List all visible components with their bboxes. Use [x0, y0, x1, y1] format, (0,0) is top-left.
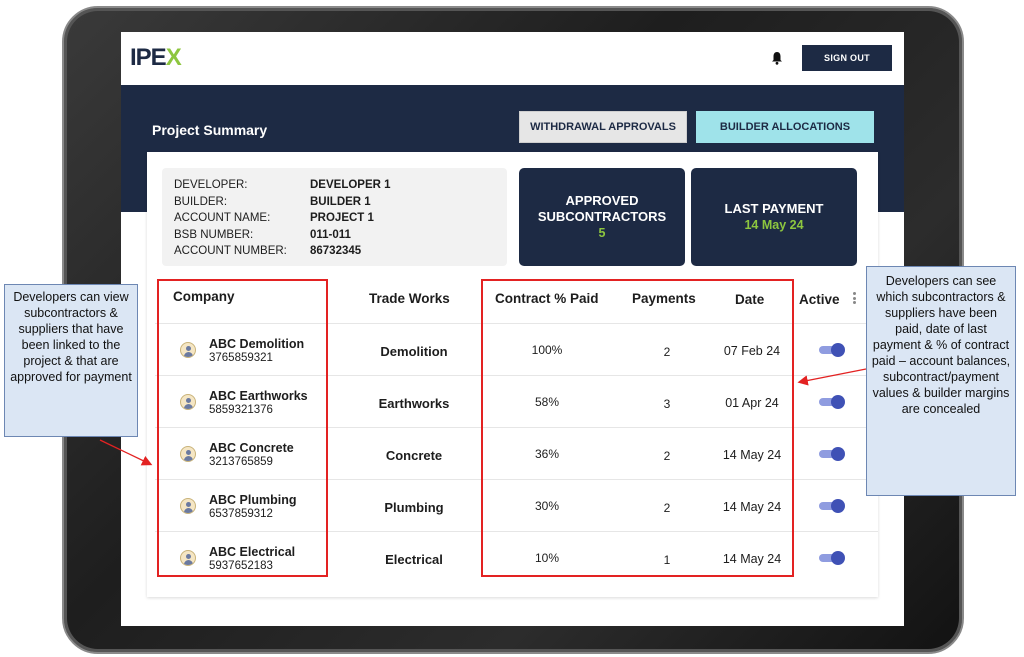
ipex-logo[interactable]: IPEX: [130, 44, 182, 72]
col-header-company[interactable]: Company: [173, 289, 235, 304]
payment-date: 14 May 24: [722, 448, 782, 462]
info-row-bsb: BSB NUMBER: 011-011: [174, 228, 351, 241]
payment-date: 14 May 24: [722, 552, 782, 566]
company-name[interactable]: ABC Demolition: [209, 337, 304, 351]
company-name[interactable]: ABC Plumbing: [209, 493, 297, 507]
withdrawal-approvals-button[interactable]: WITHDRAWAL APPROVALS: [519, 111, 687, 143]
payment-date: 07 Feb 24: [723, 344, 781, 358]
table-row[interactable]: ABC Plumbing 6537859312 Plumbing 30% 2 1…: [147, 480, 878, 531]
payments-count: 1: [663, 553, 671, 567]
trade-works: Plumbing: [384, 500, 444, 515]
col-header-active[interactable]: Active: [799, 292, 840, 307]
company-name[interactable]: ABC Concrete: [209, 441, 294, 455]
last-payment-date: 14 May 24: [744, 218, 804, 232]
company-number: 6537859312: [209, 508, 273, 520]
company-number: 3765859321: [209, 352, 273, 364]
project-summary-card: DEVELOPER: DEVELOPER 1 BUILDER: BUILDER 1 …: [147, 152, 878, 597]
contract-paid: 36%: [534, 447, 560, 461]
table-row[interactable]: ABC Earthworks 5859321376 Earthworks 58%…: [147, 376, 878, 427]
table-row[interactable]: ABC Demolition 3765859321 Demolition 100…: [147, 324, 878, 375]
callout-left: Developers can view subcontractors & sup…: [4, 284, 138, 437]
payments-count: 2: [663, 449, 671, 463]
contract-paid: 58%: [534, 395, 560, 409]
top-bar: IPEX SIGN OUT: [121, 32, 904, 85]
active-toggle[interactable]: [817, 551, 845, 565]
col-header-trade[interactable]: Trade Works: [369, 291, 450, 306]
page-title: Project Summary: [152, 122, 268, 138]
trade-works: Demolition: [380, 344, 448, 359]
company-avatar-icon: [180, 446, 196, 462]
trade-works: Electrical: [385, 552, 443, 567]
trade-works: Earthworks: [378, 396, 450, 411]
company-avatar-icon: [180, 342, 196, 358]
contract-paid: 10%: [534, 551, 560, 565]
info-row-account-name: ACCOUNT NAME: PROJECT 1: [174, 212, 374, 224]
payment-date: 01 Apr 24: [725, 396, 779, 410]
contract-paid: 100%: [531, 343, 563, 357]
active-toggle[interactable]: [817, 343, 845, 357]
col-header-date[interactable]: Date: [735, 292, 764, 307]
col-header-payments[interactable]: Payments: [632, 291, 696, 306]
table-row[interactable]: ABC Concrete 3213765859 Concrete 36% 2 1…: [147, 428, 878, 479]
company-name[interactable]: ABC Electrical: [209, 545, 295, 559]
col-header-contract[interactable]: Contract % Paid: [495, 291, 599, 306]
company-name[interactable]: ABC Earthworks: [209, 389, 308, 403]
payment-date: 14 May 24: [722, 500, 782, 514]
info-row-account-number: ACCOUNT NUMBER: 86732345: [174, 245, 362, 257]
info-row-builder: BUILDER: BUILDER 1: [174, 195, 371, 208]
bell-icon[interactable]: [771, 51, 783, 65]
callout-right: Developers can see which subcontractors …: [866, 266, 1016, 496]
company-number: 5859321376: [209, 404, 273, 416]
company-number: 3213765859: [209, 456, 273, 468]
active-toggle[interactable]: [817, 395, 845, 409]
trade-works: Concrete: [385, 448, 443, 463]
payments-count: 3: [663, 397, 671, 411]
active-toggle[interactable]: [817, 447, 845, 461]
contract-paid: 30%: [534, 499, 560, 513]
builder-allocations-button[interactable]: BUILDER ALLOCATIONS: [696, 111, 874, 143]
approved-subcontractors-tile[interactable]: APPROVED SUBCONTRACTORS 5: [519, 168, 685, 266]
company-avatar-icon: [180, 394, 196, 410]
account-info-box: DEVELOPER: DEVELOPER 1 BUILDER: BUILDER 1 …: [162, 168, 507, 266]
table-row[interactable]: ABC Electrical 5937652183 Electrical 10%…: [147, 532, 878, 583]
info-row-developer: DEVELOPER: DEVELOPER 1: [174, 179, 391, 191]
company-number: 5937652183: [209, 560, 273, 572]
payments-count: 2: [663, 345, 671, 359]
company-avatar-icon: [180, 550, 196, 566]
app-screen: IPEX SIGN OUT Project Summary WITHDRAWAL…: [121, 32, 904, 626]
company-avatar-icon: [180, 498, 196, 514]
payments-count: 2: [663, 501, 671, 515]
more-options-icon[interactable]: [853, 292, 856, 304]
last-payment-tile[interactable]: LAST PAYMENT 14 May 24: [691, 168, 857, 266]
approved-count: 5: [598, 226, 606, 240]
active-toggle[interactable]: [817, 499, 845, 513]
sign-out-button[interactable]: SIGN OUT: [802, 45, 892, 71]
